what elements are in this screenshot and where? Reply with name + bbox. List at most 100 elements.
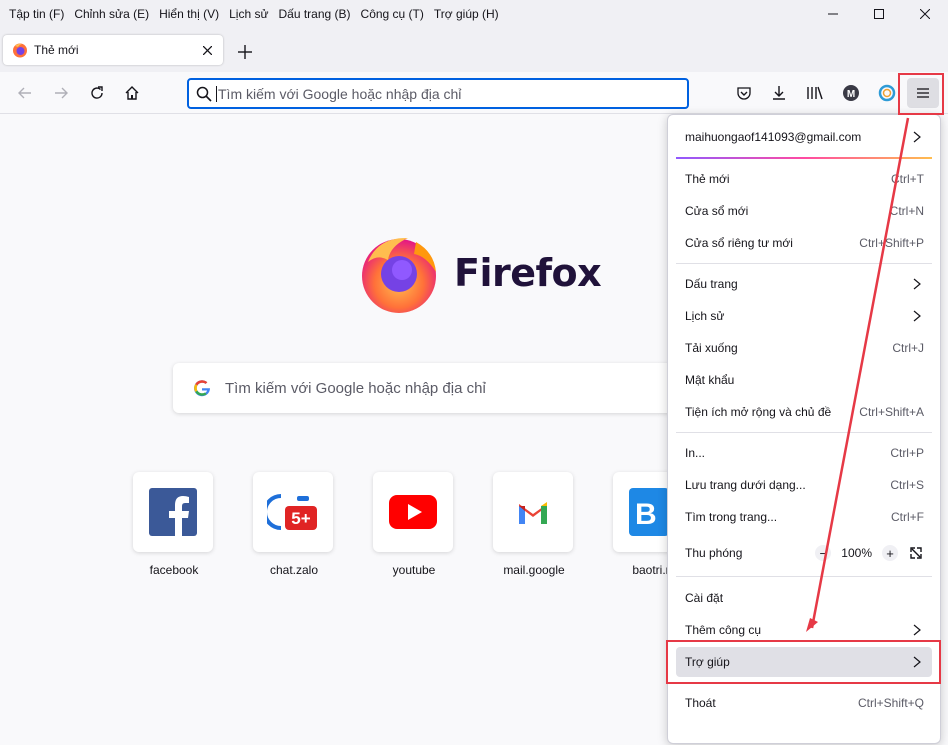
menu-print[interactable]: In... Ctrl+P [676,438,932,468]
menu-item-label: In... [685,446,706,460]
menu-file[interactable]: Tập tin (F) [4,3,69,25]
menu-passwords[interactable]: Mật khẩu [676,365,932,395]
gmail-icon [519,502,547,524]
menu-bookmarks[interactable]: Dấu trang (B) [274,3,356,25]
menu-item-label: Trợ giúp [685,655,730,669]
chevron-right-icon [910,655,924,669]
chevron-right-icon [910,623,924,637]
menu-separator [676,432,932,433]
top-site-chat-zalo[interactable]: 5+ chat.zalo [253,472,335,577]
menu-zoom: Thu phóng − 100% + [676,538,932,568]
extension-button[interactable] [874,81,900,105]
menu-separator [676,263,932,264]
menu-item-shortcut: Ctrl+P [890,446,924,460]
facebook-icon [149,488,197,536]
youtube-icon [389,495,437,529]
minimize-button[interactable] [810,0,856,28]
library-icon [807,86,823,100]
menu-find-in-page[interactable]: Tìm trong trang... Ctrl+F [676,502,932,532]
firefox-wordmark: Firefox [454,251,602,295]
menu-tools[interactable]: Công cụ (T) [356,3,429,25]
menu-settings[interactable]: Cài đặt [676,583,932,613]
reload-button[interactable] [84,81,110,105]
downloads-button[interactable] [766,81,792,105]
open-application-menu-button[interactable] [907,78,939,108]
top-site-label: mail.google [503,563,565,577]
menu-help[interactable]: Trợ giúp [676,647,932,677]
menu-item-label: Lịch sử [685,309,725,323]
menu-history[interactable]: Lịch sử [224,3,273,25]
top-site-label: chat.zalo [269,563,319,577]
menu-item-shortcut: Ctrl+T [891,172,924,186]
baotri-icon: B [629,488,669,536]
firefox-favicon-icon [13,43,27,58]
url-bar[interactable]: Tìm kiếm với Google hoặc nhập địa chỉ [187,78,689,109]
maximize-button[interactable] [856,0,902,28]
top-site-label: youtube [392,563,436,577]
menu-item-label: Cửa sổ riêng tư mới [685,236,793,250]
zalo-icon: 5+ [267,494,317,530]
menu-account-row[interactable]: maihuongaof141093@gmail.com [676,122,932,152]
url-bar-placeholder: Tìm kiếm với Google hoặc nhập địa chỉ [218,85,462,102]
fullscreen-button[interactable] [908,545,924,561]
menu-history[interactable]: Lịch sử [676,301,932,331]
menu-item-shortcut: Ctrl+J [892,341,924,355]
home-icon [125,86,139,100]
zoom-out-button[interactable]: − [815,545,832,561]
menu-item-label: Thu phóng [685,546,743,560]
menu-item-shortcut: Ctrl+Shift+P [859,236,924,250]
menu-item-shortcut: Ctrl+N [889,204,924,218]
menu-new-private-window[interactable]: Cửa sổ riêng tư mới Ctrl+Shift+P [676,228,932,258]
tab-close-button[interactable] [197,40,217,60]
plus-icon [238,45,252,59]
top-site-tile [493,472,573,552]
firefox-logo-icon [362,237,436,313]
menu-addons-themes[interactable]: Tiện ích mở rộng và chủ đề Ctrl+Shift+A [676,397,932,427]
menu-item-label: Tìm trong trang... [685,510,778,524]
svg-text:M: M [847,89,855,100]
top-site-youtube[interactable]: youtube [373,472,455,577]
library-button[interactable] [802,81,828,105]
top-site-facebook[interactable]: facebook [133,472,215,577]
arrow-left-icon [18,87,31,99]
menu-view[interactable]: Hiển thị (V) [154,3,224,25]
menu-item-label: Mật khẩu [685,373,735,387]
menu-bookmarks[interactable]: Dấu trang [676,269,932,299]
chevron-right-icon [910,309,924,323]
menu-edit[interactable]: Chỉnh sửa (E) [69,3,154,25]
menu-item-label: Cài đặt [685,591,724,605]
svg-text:B: B [635,498,657,531]
zoom-level[interactable]: 100% [841,546,872,560]
application-menu-panel: maihuongaof141093@gmail.com Thẻ mới Ctrl… [667,114,941,744]
menu-save-page-as[interactable]: Lưu trang dưới dạng... Ctrl+S [676,470,932,500]
forward-button[interactable] [48,81,74,105]
menu-separator [676,576,932,577]
newtab-search-box[interactable]: Tìm kiếm với Google hoặc nhập địa chỉ [173,363,693,413]
navigation-toolbar: Tìm kiếm với Google hoặc nhập địa chỉ M [0,72,948,114]
menu-new-tab[interactable]: Thẻ mới Ctrl+T [676,164,932,194]
google-g-icon [194,380,210,397]
menu-new-window[interactable]: Cửa sổ mới Ctrl+N [676,196,932,226]
menu-item-label: Dấu trang [685,277,738,291]
menu-item-shortcut: Ctrl+F [891,510,924,524]
menu-item-label: Cửa sổ mới [685,204,749,218]
hamburger-menu-icon [917,88,929,98]
menu-downloads[interactable]: Tải xuống Ctrl+J [676,333,932,363]
home-button[interactable] [119,81,145,105]
newtab-search-placeholder: Tìm kiếm với Google hoặc nhập địa chỉ [225,379,486,397]
menu-help[interactable]: Trợ giúp (H) [429,3,504,25]
close-icon [920,9,930,19]
menu-quit[interactable]: Thoát Ctrl+Shift+Q [676,688,932,718]
svg-text:5+: 5+ [291,509,310,528]
tab-new-tab[interactable]: Thẻ mới [3,35,223,65]
close-window-button[interactable] [902,0,948,28]
new-tab-button[interactable] [232,39,258,65]
close-icon [202,45,212,55]
pocket-button[interactable] [731,81,757,105]
account-avatar-button[interactable]: M [838,81,864,105]
top-site-mail-google[interactable]: mail.google [493,472,575,577]
back-button[interactable] [12,81,38,105]
zoom-in-button[interactable]: + [882,545,898,561]
menu-more-tools[interactable]: Thêm công cụ [676,615,932,645]
menu-item-label: Thoát [685,696,716,710]
